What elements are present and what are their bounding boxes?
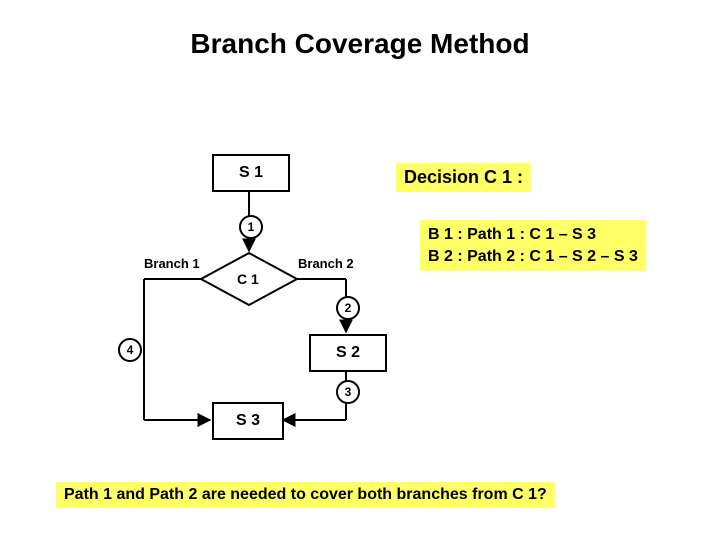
label-branch1: Branch 1: [144, 256, 200, 271]
node-s2: S 2: [309, 334, 387, 372]
decision-heading-box: Decision C 1 :: [396, 163, 531, 192]
badge-1: 1: [239, 215, 263, 239]
node-c1-label: C 1: [237, 271, 259, 287]
decision-body-box: B 1 : Path 1 : C 1 – S 3 B 2 : Path 2 : …: [420, 220, 646, 271]
label-branch2: Branch 2: [298, 256, 354, 271]
page-title: Branch Coverage Method: [0, 28, 720, 60]
decision-line1: B 1 : Path 1 : C 1 – S 3: [428, 224, 638, 246]
decision-heading-text: Decision C 1 :: [404, 167, 523, 187]
badge-4: 4: [118, 338, 142, 362]
badge-3: 3: [336, 380, 360, 404]
decision-line2: B 2 : Path 2 : C 1 – S 2 – S 3: [428, 246, 638, 268]
footer-box: Path 1 and Path 2 are needed to cover bo…: [56, 482, 555, 508]
badge-2: 2: [336, 296, 360, 320]
node-s3: S 3: [212, 402, 284, 440]
node-s1: S 1: [212, 154, 290, 192]
footer-text: Path 1 and Path 2 are needed to cover bo…: [64, 486, 547, 503]
